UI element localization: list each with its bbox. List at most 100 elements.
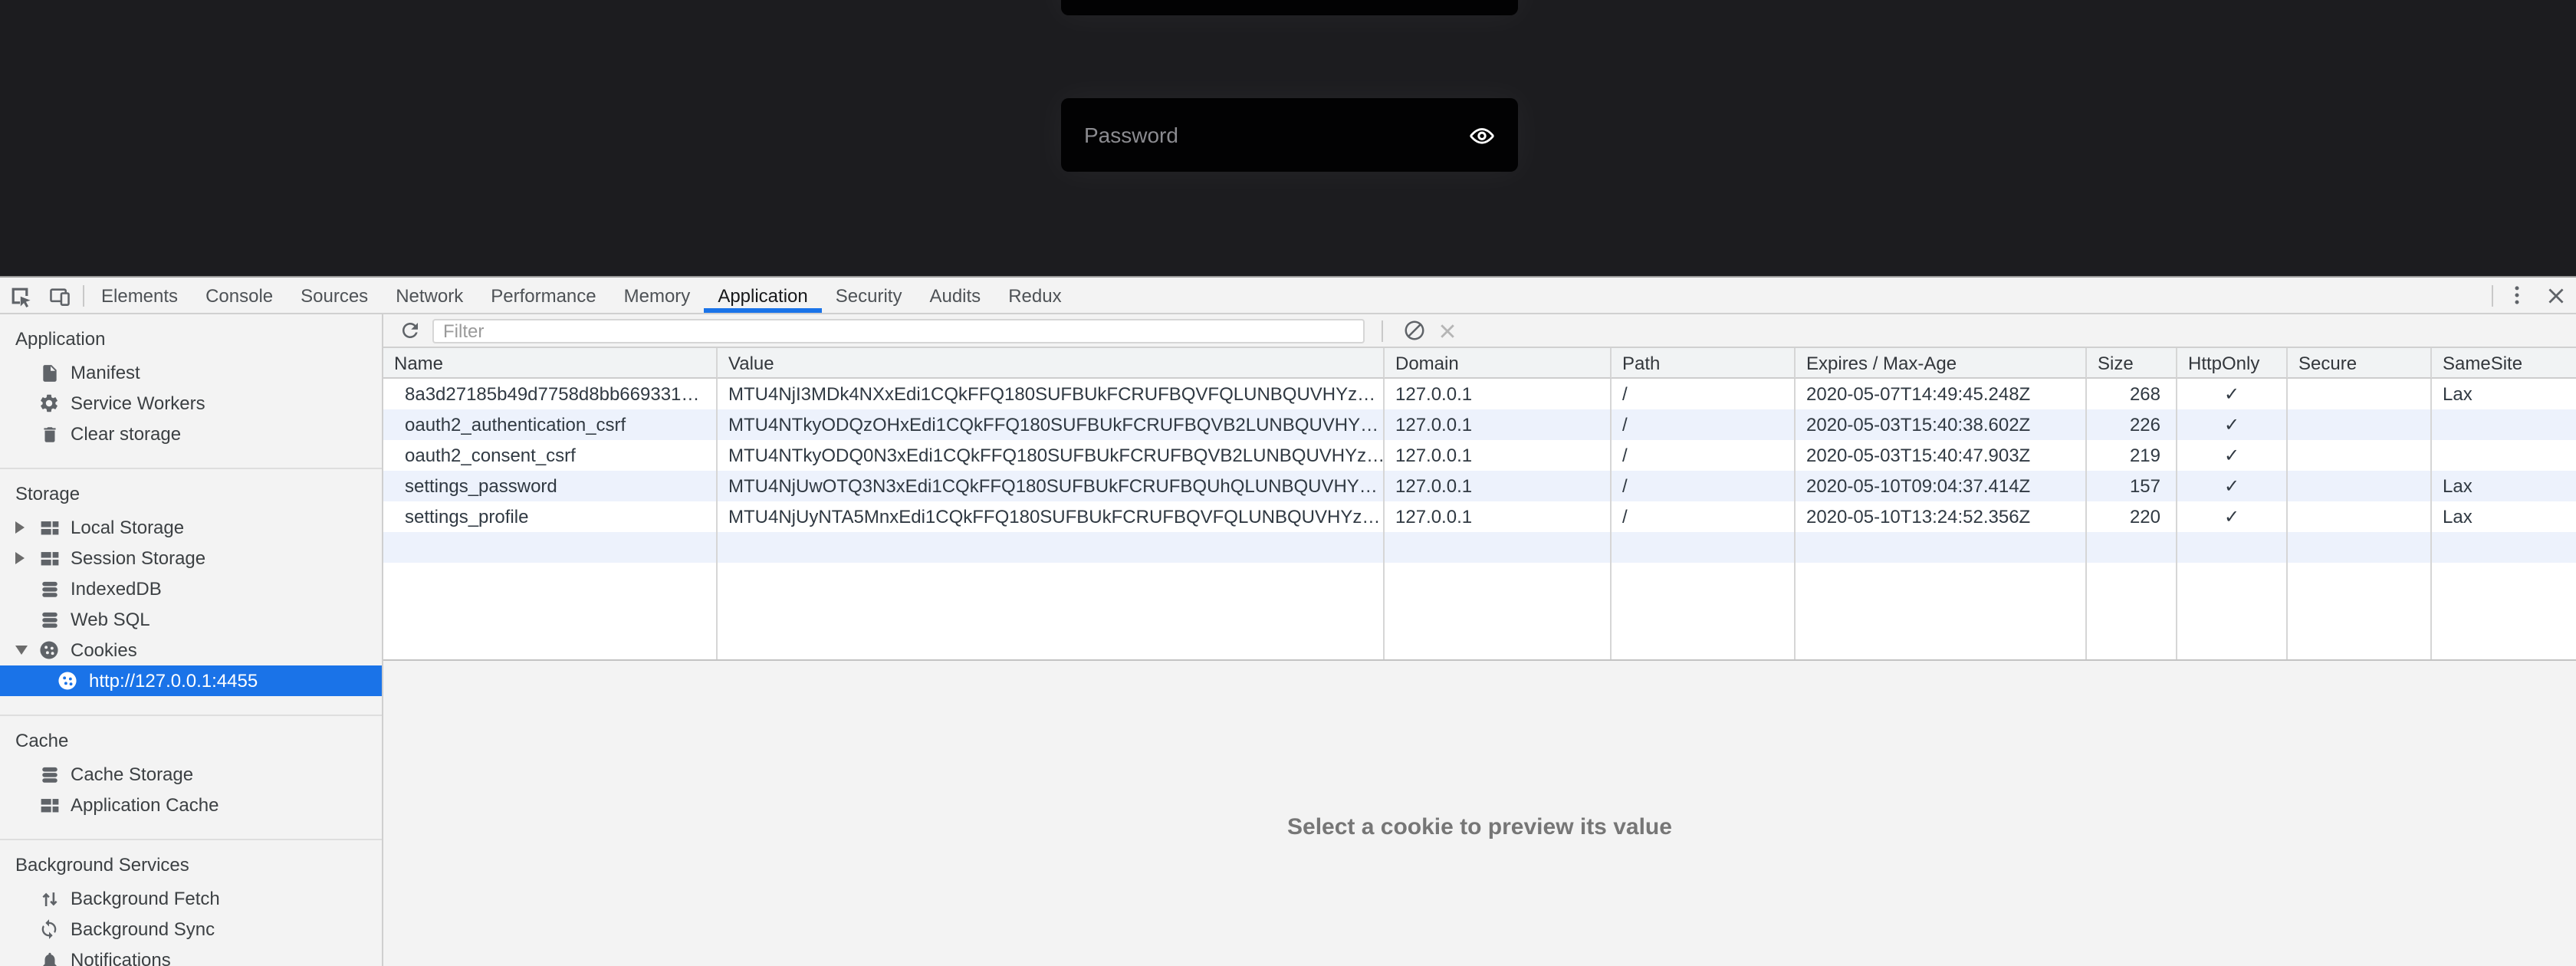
sidebar-item-service-workers[interactable]: Service Workers — [0, 388, 382, 419]
sidebar-item-cookies[interactable]: Cookies — [0, 635, 382, 665]
tab-performance[interactable]: Performance — [477, 278, 610, 313]
cell-httponly-checkmark: ✓ — [2177, 409, 2288, 440]
cell-name: oauth2_authentication_csrf — [383, 409, 718, 440]
cell-httponly-checkmark: ✓ — [2177, 379, 2288, 409]
sidebar-item-label: Clear storage — [71, 423, 181, 445]
cookie-row[interactable]: 8a3d27185b49d7758d8bb669331… MTU4NjI3MDk… — [383, 379, 2576, 409]
show-password-eye-icon[interactable] — [1469, 122, 1495, 148]
cell-name: 8a3d27185b49d7758d8bb669331… — [383, 379, 718, 409]
cookie-preview-pane: Select a cookie to preview its value — [383, 661, 2576, 966]
devtools-panel: Elements Console Sources Network Perform… — [0, 276, 2576, 966]
cookie-icon — [55, 669, 80, 693]
tabbar-spacer — [1076, 278, 2489, 313]
sidebar-item-clear-storage[interactable]: Clear storage — [0, 419, 382, 449]
section-header-application: Application — [0, 314, 382, 357]
cell-expires: 2020-05-07T14:49:45.248Z — [1796, 379, 2087, 409]
cookie-filter-input[interactable] — [432, 318, 1365, 343]
cell-size: 268 — [2087, 379, 2177, 409]
tabbar-right-divider — [2492, 284, 2493, 306]
tab-console[interactable]: Console — [192, 278, 287, 313]
cell-size: 226 — [2087, 409, 2177, 440]
database-icon — [37, 607, 61, 632]
cell-httponly-checkmark: ✓ — [2177, 501, 2288, 532]
cell-path: / — [1612, 501, 1796, 532]
tab-security[interactable]: Security — [822, 278, 916, 313]
cell-httponly-checkmark: ✓ — [2177, 471, 2288, 501]
page-background: Password — [0, 0, 2576, 276]
column-header-path[interactable]: Path — [1612, 348, 1796, 379]
tab-network[interactable]: Network — [382, 278, 477, 313]
column-header-httponly[interactable]: HttpOnly — [2177, 348, 2288, 379]
refresh-icon[interactable] — [393, 315, 426, 346]
cell-samesite: Lax — [2432, 471, 2576, 501]
storage-table-icon — [37, 515, 61, 540]
column-header-domain[interactable]: Domain — [1385, 348, 1612, 379]
cell-domain: 127.0.0.1 — [1385, 409, 1612, 440]
password-field-wrapper: Password — [1061, 98, 1518, 172]
cookie-row[interactable]: settings_password MTU4NjUwOTQ3N3xEdi1CQk… — [383, 471, 2576, 501]
devtools-tabbar: Elements Console Sources Network Perform… — [0, 278, 2576, 314]
cell-path: / — [1612, 471, 1796, 501]
tabbar-divider — [83, 284, 84, 306]
toolbar-divider — [1382, 320, 1383, 341]
column-header-name[interactable]: Name — [383, 348, 718, 379]
tab-application[interactable]: Application — [704, 278, 821, 313]
sidebar-item-label: Manifest — [71, 362, 140, 383]
cell-expires: 2020-05-10T13:24:52.356Z — [1796, 501, 2087, 532]
trash-icon — [37, 422, 61, 446]
column-header-expires[interactable]: Expires / Max-Age — [1796, 348, 2087, 379]
delete-selected-cookie-icon[interactable] — [1431, 315, 1464, 346]
cell-httponly-checkmark: ✓ — [2177, 440, 2288, 471]
cookies-table: Name Value Domain Path Expires / Max-Age… — [383, 348, 2576, 661]
more-options-kebab-icon[interactable] — [2496, 278, 2536, 313]
bell-icon — [37, 948, 61, 966]
cell-expires: 2020-05-03T15:40:38.602Z — [1796, 409, 2087, 440]
inspect-element-icon[interactable] — [0, 278, 40, 313]
password-input[interactable]: Password — [1084, 123, 1469, 147]
sidebar-item-session-storage[interactable]: Session Storage — [0, 543, 382, 573]
tab-memory[interactable]: Memory — [610, 278, 705, 313]
sidebar-item-indexeddb[interactable]: IndexedDB — [0, 573, 382, 604]
gear-icon — [37, 391, 61, 416]
column-header-secure[interactable]: Secure — [2288, 348, 2432, 379]
sidebar-item-background-fetch[interactable]: Background Fetch — [0, 883, 382, 914]
cell-size: 220 — [2087, 501, 2177, 532]
expand-arrow-icon[interactable] — [15, 552, 37, 564]
cookie-row[interactable]: oauth2_consent_csrf MTU4NTkyODQ0N3xEdi1C… — [383, 440, 2576, 471]
cookies-toolbar — [383, 314, 2576, 348]
tab-elements[interactable]: Elements — [87, 278, 192, 313]
collapse-arrow-icon[interactable] — [15, 646, 37, 655]
tab-redux[interactable]: Redux — [994, 278, 1075, 313]
cell-samesite: Lax — [2432, 379, 2576, 409]
sidebar-item-notifications[interactable]: Notifications — [0, 945, 382, 966]
cell-value: MTU4NTkyODQzOHxEdi1CQkFFQ180SUFBUkFCRUFB… — [718, 409, 1385, 440]
cookie-row[interactable]: oauth2_authentication_csrf MTU4NTkyODQzO… — [383, 409, 2576, 440]
close-devtools-icon[interactable] — [2536, 278, 2576, 313]
sidebar-item-label: Local Storage — [71, 517, 184, 538]
sidebar-item-cache-storage[interactable]: Cache Storage — [0, 759, 382, 790]
column-header-value[interactable]: Value — [718, 348, 1385, 379]
cookie-icon — [37, 638, 61, 662]
cell-domain: 127.0.0.1 — [1385, 440, 1612, 471]
tab-sources[interactable]: Sources — [287, 278, 382, 313]
column-header-size[interactable]: Size — [2087, 348, 2177, 379]
cookie-row[interactable]: settings_profile MTU4NjUyNTA5MnxEdi1CQkF… — [383, 501, 2576, 532]
clear-all-cookies-icon[interactable] — [1397, 315, 1431, 346]
sidebar-item-local-storage[interactable]: Local Storage — [0, 512, 382, 543]
sidebar-item-application-cache[interactable]: Application Cache — [0, 790, 382, 820]
sidebar-item-label: IndexedDB — [71, 578, 162, 600]
cell-name: oauth2_consent_csrf — [383, 440, 718, 471]
cookies-pane: Name Value Domain Path Expires / Max-Age… — [383, 314, 2576, 966]
sidebar-item-cookie-origin-selected[interactable]: http://127.0.0.1:4455 — [0, 665, 382, 696]
expand-arrow-icon[interactable] — [15, 521, 37, 534]
sidebar-item-background-sync[interactable]: Background Sync — [0, 914, 382, 945]
device-toolbar-icon[interactable] — [40, 278, 80, 313]
login-identifier-field[interactable] — [1061, 0, 1518, 15]
sidebar-item-label: Cookies — [71, 639, 137, 661]
column-header-samesite[interactable]: SameSite — [2432, 348, 2576, 379]
table-empty-area — [383, 563, 2576, 659]
sidebar-item-manifest[interactable]: Manifest — [0, 357, 382, 388]
sidebar-item-web-sql[interactable]: Web SQL — [0, 604, 382, 635]
cell-samesite — [2432, 409, 2576, 440]
tab-audits[interactable]: Audits — [915, 278, 994, 313]
